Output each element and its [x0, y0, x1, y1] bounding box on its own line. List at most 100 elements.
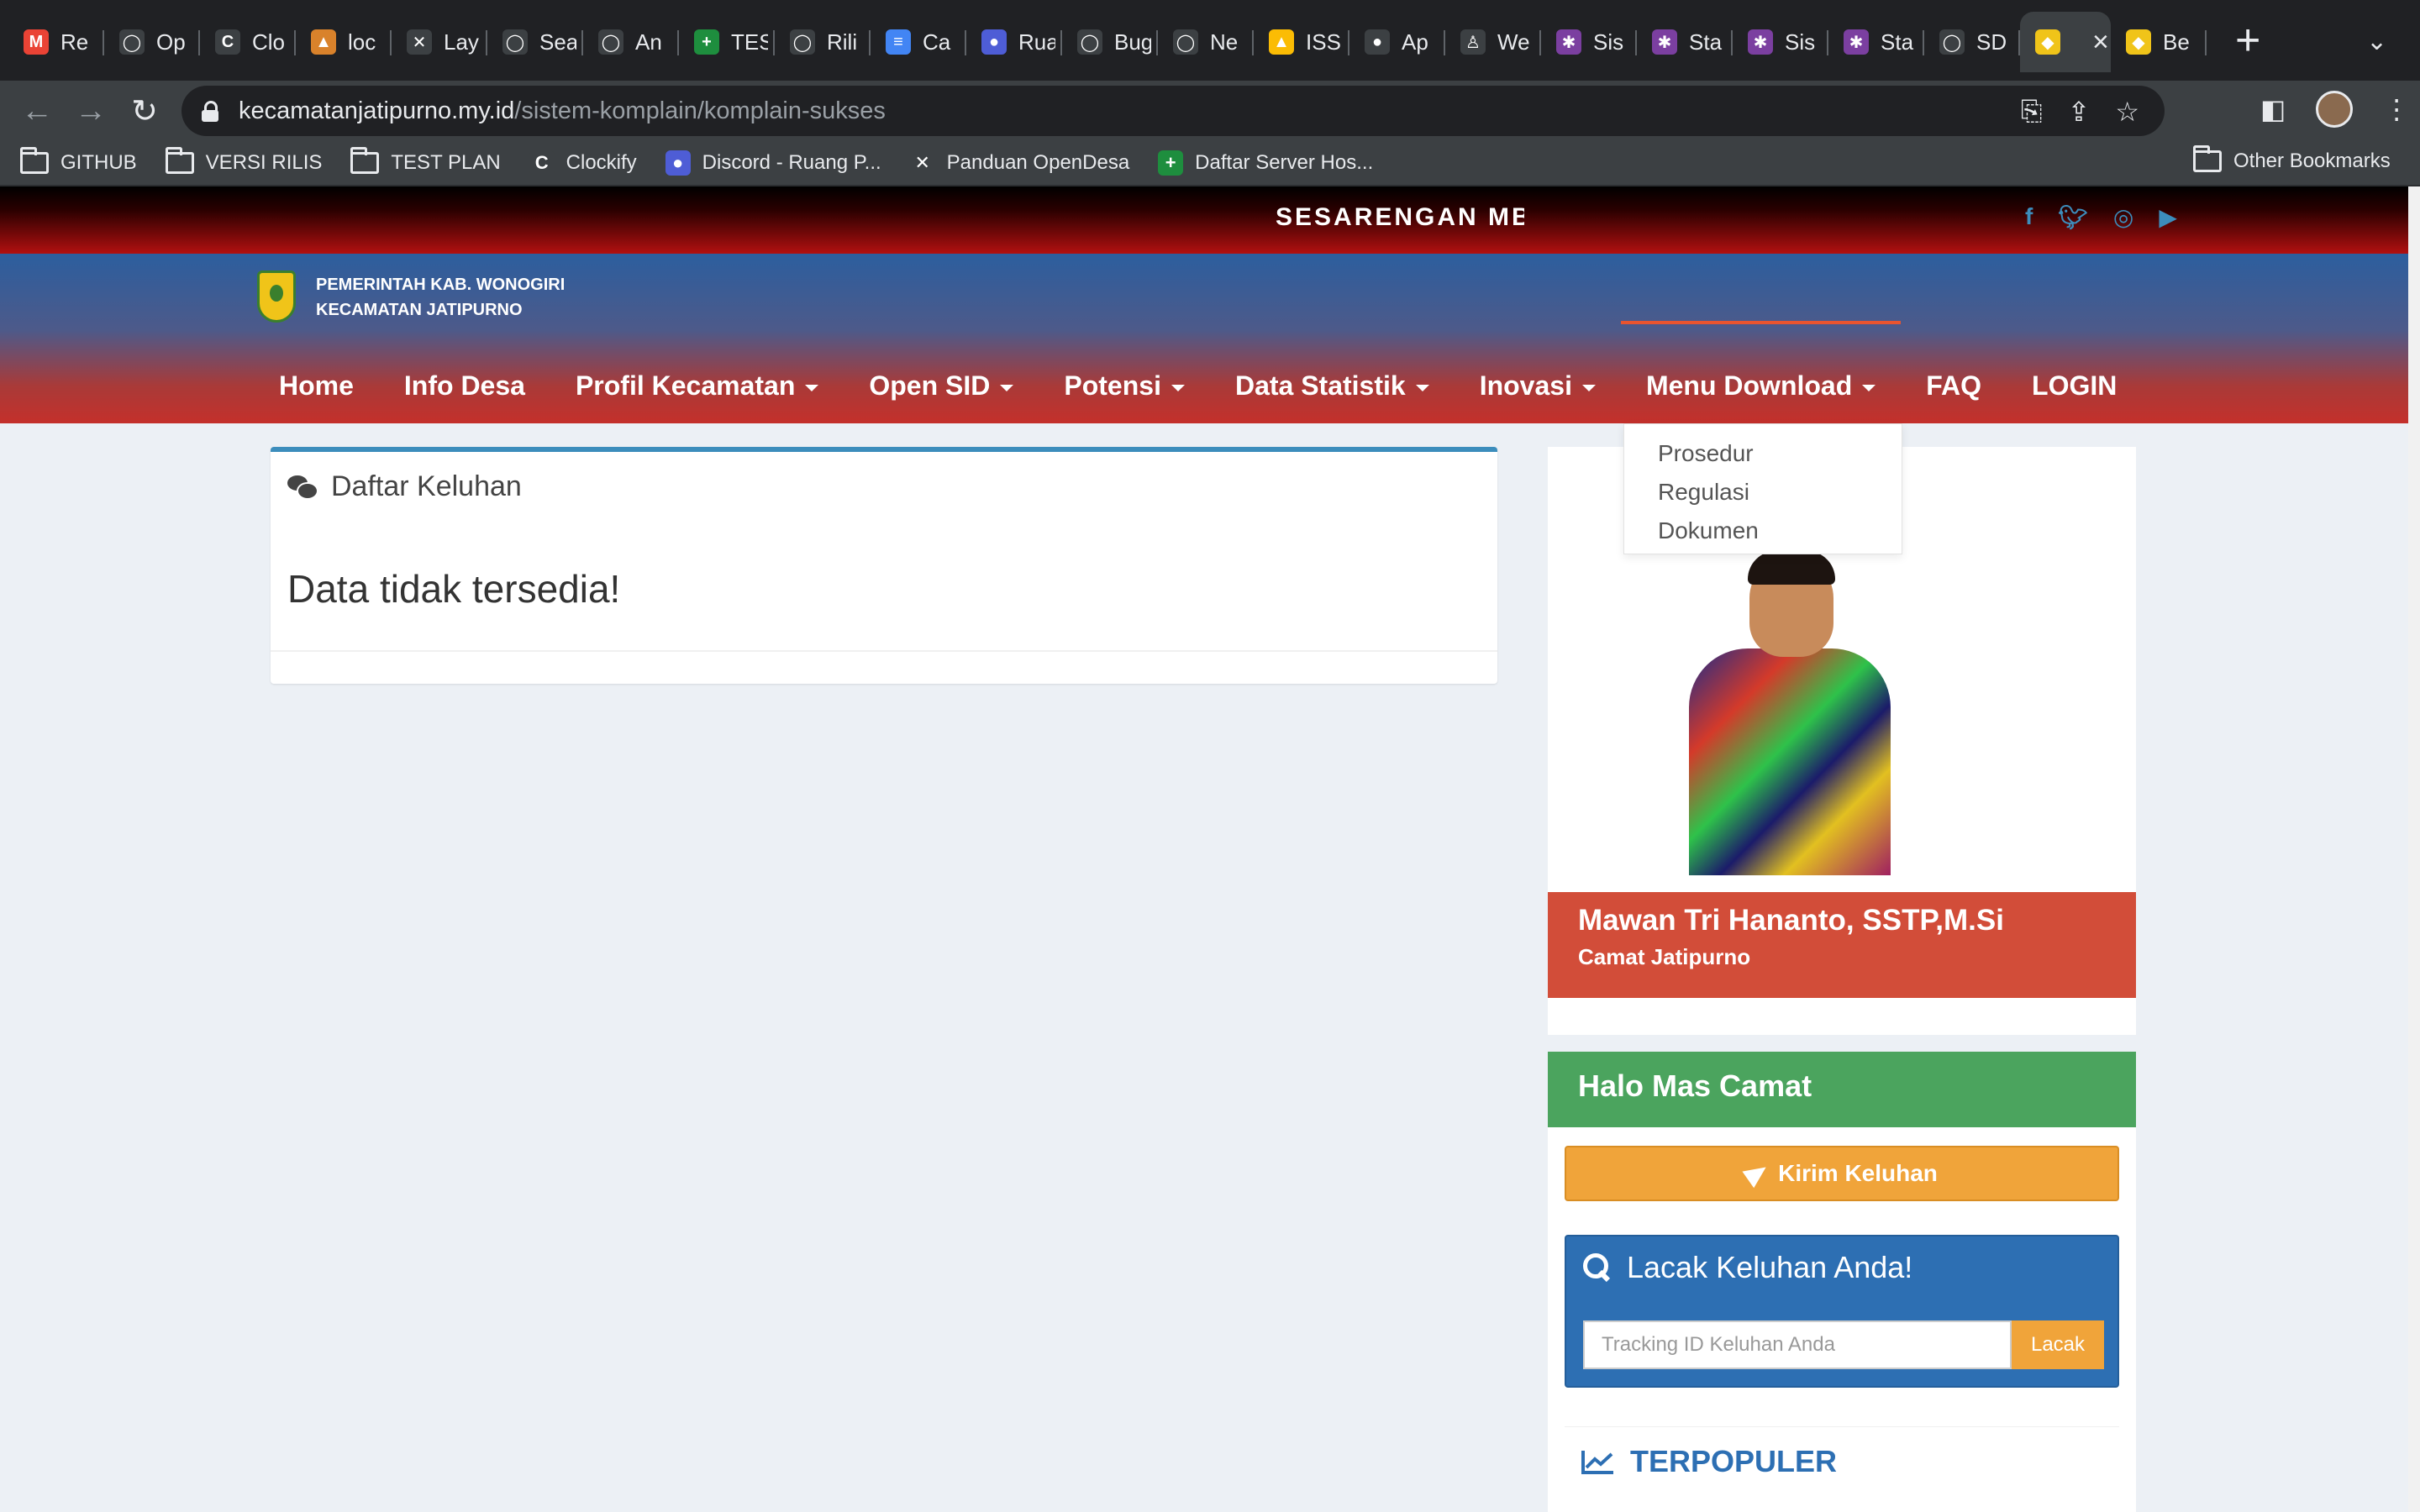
browser-tab[interactable]: ✕ Lay — [392, 12, 487, 72]
site-brand[interactable]: PEMERINTAH KAB. WONOGIRI KECAMATAN JATIP… — [316, 272, 565, 323]
gmail-icon: M — [24, 29, 49, 55]
browser-tab[interactable]: ◯ Ne — [1158, 12, 1254, 72]
back-icon[interactable]: ← — [17, 91, 57, 131]
browser-tab[interactable]: ▲ loc — [296, 12, 392, 72]
instagram-icon[interactable]: ◎ — [2113, 203, 2133, 231]
panel-title: Daftar Keluhan — [331, 470, 522, 502]
reload-icon[interactable]: ↻ — [124, 91, 165, 131]
nav-item-faq[interactable]: FAQ — [1901, 358, 2007, 413]
profile-avatar[interactable] — [2316, 91, 2354, 128]
nav-item-profil-kecamatan[interactable]: Profil Kecamatan — [550, 358, 844, 413]
browser-tab[interactable]: ● Rua — [966, 12, 1062, 72]
nav-item-potensi[interactable]: Potensi — [1039, 358, 1210, 413]
track-button[interactable]: Lacak — [2012, 1320, 2104, 1369]
browser-tab[interactable]: ▲ ISS — [1254, 12, 1349, 72]
close-tab-icon[interactable]: × — [2092, 26, 2109, 59]
nav-item-open-sid[interactable]: Open SID — [844, 358, 1039, 413]
browser-tab[interactable]: ◯ SD — [1924, 12, 2020, 72]
empty-message: Data tidak tersedia! — [287, 567, 621, 611]
caret-down-icon — [1862, 384, 1876, 391]
tab-list: M Re ◯ Op C Clo ▲ loc ✕ Lay ◯ Sea ◯ An + TES ◯ Rili ≡ Ca ● Ru… — [8, 12, 2207, 72]
main-nav: Home Info Desa Profil Kecamatan Open SID Pot… — [254, 321, 2142, 413]
nav-item-inovasi[interactable]: Inovasi — [1455, 358, 1621, 413]
bookmark-item[interactable]: ✕ Panduan OpenDesa — [909, 150, 1129, 176]
bookmark-item[interactable]: GITHUB — [20, 147, 137, 175]
download-dropdown-menu: Prosedur Regulasi Dokumen — [1623, 423, 1902, 554]
running-text: SESARENGAN MBA — [1276, 203, 1524, 231]
browser-tab[interactable]: ✱ Sis — [1541, 12, 1637, 72]
other-bookmarks[interactable]: Other Bookmarks — [2193, 145, 2391, 173]
apple-icon: ● — [1365, 29, 1390, 55]
facebook-icon[interactable]: f — [2025, 203, 2033, 231]
track-title: Lacak Keluhan Anda! — [1627, 1250, 1913, 1284]
site-favicon-icon: + — [1158, 150, 1184, 176]
browser-tab[interactable]: ◯ An — [583, 12, 679, 72]
regency-logo-icon[interactable] — [257, 270, 296, 323]
nav-item-info-desa[interactable]: Info Desa — [379, 358, 550, 413]
nav-item-home[interactable]: Home — [254, 358, 379, 413]
browser-tab[interactable]: C Clo — [200, 12, 296, 72]
send-complaint-button[interactable]: Kirim Keluhan — [1565, 1146, 2119, 1201]
github-icon: ◯ — [502, 29, 528, 55]
folder-icon — [165, 147, 194, 174]
github-icon: ◯ — [119, 29, 145, 55]
star-logo-icon: ✱ — [1556, 29, 1581, 55]
bookmark-item[interactable]: TEST PLAN — [350, 147, 501, 175]
browser-tab[interactable]: ♙ We — [1445, 12, 1541, 72]
nav-item-login[interactable]: LOGIN — [2007, 358, 2142, 413]
github-icon: ◯ — [1173, 29, 1198, 55]
browser-tab[interactable]: ✱ Sta — [1828, 12, 1924, 72]
browser-tab[interactable]: + TES — [679, 12, 775, 72]
sheets-icon: + — [694, 29, 719, 55]
bookmark-item[interactable]: VERSI RILIS — [165, 147, 322, 175]
browser-tab[interactable]: ✱ Sta — [1637, 12, 1733, 72]
browser-toolbar: ← → ↻ kecamatanjatipurno.my.id/sistem-ko… — [0, 81, 2420, 141]
shield-logo-icon: ◆ — [2035, 29, 2060, 55]
translate-icon[interactable]: ⎘ — [2021, 96, 2043, 128]
browser-tab[interactable]: ◯ Op — [104, 12, 200, 72]
browser-tab[interactable]: ◯ Rili — [775, 12, 871, 72]
browser-tab[interactable]: ● Ap — [1349, 12, 1445, 72]
popular-title: TERPOPULER — [1630, 1444, 1838, 1478]
side-panel-icon[interactable]: ◧ — [2260, 93, 2286, 125]
browser-tab[interactable]: ≡ Ca — [871, 12, 966, 72]
youtube-icon[interactable]: ▶ — [2159, 203, 2177, 231]
divider — [271, 650, 1497, 652]
bookmark-star-icon[interactable]: ☆ — [2115, 96, 2139, 128]
address-bar[interactable]: kecamatanjatipurno.my.id/sistem-komplain… — [182, 86, 2165, 136]
browser-tab[interactable]: ◯ Sea — [487, 12, 583, 72]
top-bar: SESARENGAN MBA f 🐦︎ ◎ ▶ — [0, 186, 2408, 254]
web-page: SESARENGAN MBA f 🐦︎ ◎ ▶ PEMERINTAH KAB. … — [0, 186, 2408, 1512]
bookmark-item[interactable]: + Daftar Server Hos... — [1158, 150, 1373, 176]
forward-icon[interactable]: → — [71, 91, 111, 131]
site-favicon-icon: ● — [665, 150, 691, 176]
share-icon[interactable]: ⇪ — [2068, 96, 2091, 128]
site-header: PEMERINTAH KAB. WONOGIRI KECAMATAN JATIP… — [0, 254, 2408, 423]
twitter-icon[interactable]: 🐦︎ — [2058, 203, 2088, 231]
nav-item-data-statistik[interactable]: Data Statistik — [1210, 358, 1455, 413]
tab-search-chevron-icon[interactable]: ⌄ — [2366, 27, 2387, 56]
browser-tab[interactable]: ◆ × — [2020, 12, 2111, 72]
site-favicon-icon: ✕ — [909, 150, 935, 176]
star-logo-icon: ✱ — [1748, 29, 1773, 55]
scrollbar[interactable] — [2408, 186, 2420, 1512]
github-icon: ◯ — [1077, 29, 1102, 55]
bookmark-item[interactable]: ● Discord - Ruang P... — [665, 150, 881, 176]
github-icon: ◯ — [598, 29, 623, 55]
tracking-id-input[interactable] — [1583, 1320, 2012, 1369]
browser-tab[interactable]: M Re — [8, 12, 104, 72]
browser-tab[interactable]: ◯ Bug — [1062, 12, 1158, 72]
browser-tab[interactable]: ◆ Be — [2111, 12, 2207, 72]
dropdown-item[interactable]: Dokumen — [1624, 512, 1902, 550]
new-tab-icon[interactable]: + — [2235, 18, 2260, 62]
bookmark-item[interactable]: C Clockify — [529, 150, 637, 176]
github-icon: ◯ — [790, 29, 815, 55]
url-text[interactable]: kecamatanjatipurno.my.id/sistem-komplain… — [239, 97, 886, 125]
browser-tab[interactable]: ✱ Sis — [1733, 12, 1828, 72]
complaint-widget: Halo Mas Camat Kirim Keluhan Lacak Keluh… — [1548, 1052, 2136, 1512]
nav-item-menu-download[interactable]: Menu Download — [1620, 321, 1902, 413]
browser-menu-icon[interactable]: ⋮ — [2383, 93, 2410, 125]
line-chart-icon — [1581, 1451, 1613, 1474]
dropdown-item[interactable]: Regulasi — [1624, 473, 1902, 512]
dropdown-item[interactable]: Prosedur — [1624, 434, 1902, 473]
